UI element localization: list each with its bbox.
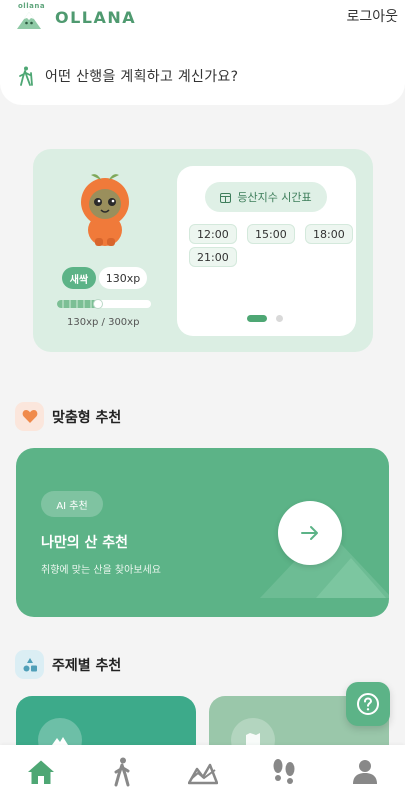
time-slot[interactable]: 12:00 (189, 224, 237, 244)
section-title-recommend: 맞춤형 추천 (52, 409, 122, 426)
mascot-character (81, 174, 129, 246)
question-icon (357, 693, 379, 715)
xp-progress-fill (57, 300, 98, 308)
ai-card-subtitle: 취향에 맞는 산을 찾아보세요 (41, 565, 161, 576)
user-icon (352, 759, 377, 784)
nav-tracking[interactable] (264, 752, 304, 792)
mountain-chart-icon (187, 763, 218, 784)
footprints-icon (273, 758, 294, 784)
section-title-theme: 주제별 추천 (52, 657, 122, 674)
xp-progress-bar (57, 299, 151, 309)
bottom-nav (0, 745, 405, 798)
carousel-pager (247, 315, 283, 322)
nav-mountain-index[interactable] (183, 752, 223, 792)
xp-progress-text: 130xp / 300xp (67, 317, 140, 328)
level-badge: 새싹 (62, 267, 96, 289)
section-header-theme: 주제별 추천 (15, 650, 121, 679)
hiker-icon (19, 66, 33, 86)
nav-hiking[interactable] (102, 752, 142, 792)
logo-small-text: ollana (18, 2, 46, 10)
pager-dot-active[interactable] (247, 315, 267, 322)
heart-icon (15, 402, 44, 431)
xp-pill: 130xp (99, 267, 147, 289)
top-header: ollana OLLANA 로그아웃 어떤 산행을 계획하고 계신가요? (0, 0, 405, 105)
plan-prompt[interactable]: 어떤 산행을 계획하고 계신가요? (18, 65, 238, 87)
schedule-title-label: 등산지수 시간표 (237, 191, 312, 204)
home-icon (27, 760, 54, 784)
calendar-icon (220, 192, 232, 203)
xp-progress-knob (92, 299, 103, 309)
ai-recommend-go-button[interactable] (278, 501, 342, 565)
schedule-panel[interactable]: 등산지수 시간표 12:00 15:00 18:00 21:00 (177, 166, 356, 336)
ai-badge: AI 추천 (41, 491, 103, 517)
profile-card: 새싹 130xp 130xp / 300xp 등산지수 시간표 12:00 15… (33, 149, 373, 352)
shapes-icon (15, 650, 44, 679)
pager-dot[interactable] (276, 315, 283, 322)
walker-icon (114, 757, 129, 786)
app-logo[interactable]: ollana OLLANA (16, 2, 135, 29)
ai-recommend-card[interactable]: AI 추천 나만의 산 추천 취향에 맞는 산을 찾아보세요 (16, 448, 389, 617)
schedule-title[interactable]: 등산지수 시간표 (205, 182, 327, 212)
plan-prompt-text: 어떤 산행을 계획하고 계신가요? (45, 69, 239, 85)
section-header-recommend: 맞춤형 추천 (15, 402, 121, 431)
time-slot[interactable]: 15:00 (247, 224, 295, 244)
mountain-logo-icon (17, 12, 41, 29)
nav-home[interactable] (21, 752, 61, 792)
help-button[interactable] (346, 682, 390, 726)
ai-card-title: 나만의 산 추천 (41, 535, 129, 551)
logo-wordmark: OLLANA (55, 8, 137, 27)
time-slot[interactable]: 18:00 (305, 224, 353, 244)
arrow-right-icon (301, 526, 318, 540)
nav-profile[interactable] (345, 752, 385, 792)
logout-button[interactable]: 로그아웃 (346, 6, 398, 26)
time-slot[interactable]: 21:00 (189, 247, 237, 267)
